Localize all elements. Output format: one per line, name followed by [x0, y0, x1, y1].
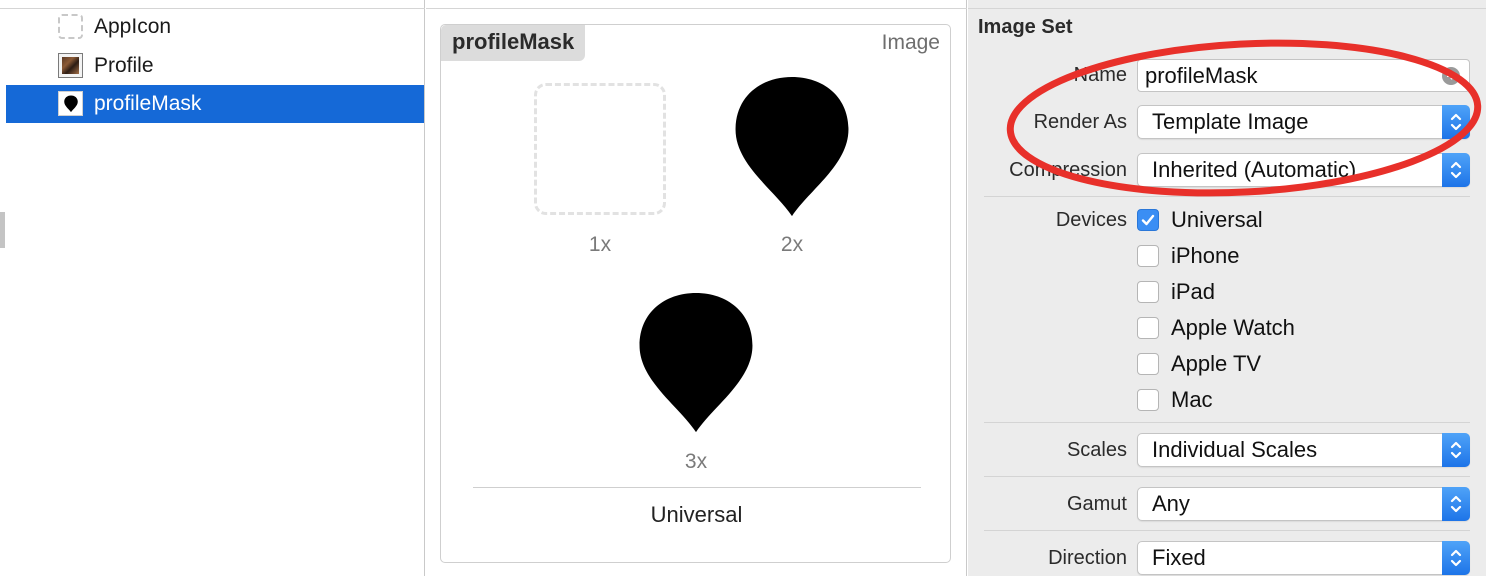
checkbox-icon [1137, 281, 1159, 303]
asset-navigator: AppIcon Profile profileMask [0, 0, 425, 576]
scales-popup[interactable]: Individual Scales [1137, 433, 1470, 467]
device-label: Mac [1171, 387, 1213, 412]
image-slot-2x[interactable] [733, 75, 851, 221]
device-mac-checkbox[interactable]: Mac [1137, 387, 1213, 413]
photo-thumbnail-icon [58, 53, 83, 78]
device-universal-checkbox[interactable]: Universal [1137, 207, 1263, 233]
image-set-editor: profileMask Image 1x 2x 3x Universal [426, 0, 967, 576]
navigator-item-appicon[interactable]: AppIcon [6, 8, 424, 46]
checkbox-icon [1137, 317, 1159, 339]
device-apple-watch-checkbox[interactable]: Apple Watch [1137, 315, 1295, 341]
checkbox-icon [1137, 389, 1159, 411]
section-divider [984, 476, 1470, 477]
gamut-label: Gamut [1066, 493, 1127, 515]
inspector-top-divider [968, 8, 1486, 9]
popup-stepper-icon [1442, 105, 1470, 139]
render-as-value: Template Image [1152, 109, 1309, 134]
idiom-divider [473, 487, 921, 488]
section-divider [984, 422, 1470, 423]
device-apple-tv-checkbox[interactable]: Apple TV [1137, 351, 1261, 377]
device-label: iPad [1171, 279, 1216, 304]
popup-stepper-icon [1442, 487, 1470, 521]
device-label: Apple TV [1171, 351, 1262, 376]
image-slot-3x[interactable] [637, 291, 755, 437]
resize-handle[interactable] [0, 212, 5, 248]
image-slot-1x[interactable] [534, 83, 666, 215]
render-as-label: Render As [1033, 111, 1127, 133]
navigator-item-label: AppIcon [94, 15, 172, 38]
device-label: iPhone [1171, 243, 1240, 268]
popup-stepper-icon [1442, 541, 1470, 575]
teardrop-image-icon [639, 292, 753, 433]
devices-label: Devices [1055, 209, 1127, 231]
device-iphone-checkbox[interactable]: iPhone [1137, 243, 1240, 269]
gamut-popup[interactable]: Any [1137, 487, 1470, 521]
scales-label: Scales [1066, 439, 1127, 461]
scales-value: Individual Scales [1152, 437, 1318, 462]
navigator-item-profilemask[interactable]: profileMask [6, 85, 424, 123]
image-set-name: profileMask [441, 25, 586, 61]
render-as-popup[interactable]: Template Image [1137, 105, 1470, 139]
compression-label: Compression [1009, 159, 1127, 181]
section-divider [984, 196, 1470, 197]
compression-popup[interactable]: Inherited (Automatic) [1137, 153, 1470, 187]
popup-stepper-icon [1442, 433, 1470, 467]
compression-value: Inherited (Automatic) [1152, 157, 1357, 182]
slot-label-3x: 3x [684, 450, 708, 473]
popup-stepper-icon [1442, 153, 1470, 187]
teardrop-image-icon [735, 76, 849, 217]
section-divider [984, 530, 1470, 531]
name-label: Name [1073, 64, 1127, 86]
gamut-value: Any [1152, 491, 1190, 516]
direction-value: Fixed [1152, 545, 1206, 570]
checkmark-icon [1137, 209, 1159, 231]
checkbox-icon [1137, 353, 1159, 375]
navigator-item-profile[interactable]: Profile [6, 47, 424, 85]
checkbox-icon [1137, 245, 1159, 267]
slot-label-1x: 1x [588, 233, 612, 256]
slot-label-2x: 2x [780, 233, 804, 256]
navigator-item-label: Profile [94, 54, 154, 77]
idiom-label: Universal [650, 502, 743, 527]
direction-popup[interactable]: Fixed [1137, 541, 1470, 575]
direction-label: Direction [1048, 547, 1127, 569]
inspector-section-title: Image Set [978, 16, 1073, 38]
device-label: Universal [1171, 207, 1263, 232]
navigator-item-label: profileMask [94, 92, 202, 115]
image-set-type: Image [881, 31, 940, 54]
attributes-inspector: Image Set Name profileMask Render As Tem… [968, 0, 1486, 576]
name-field-value: profileMask [1145, 63, 1258, 88]
clear-text-icon[interactable] [1441, 66, 1461, 86]
teardrop-mask-icon [58, 91, 83, 116]
device-label: Apple Watch [1171, 315, 1295, 340]
editor-top-divider [426, 8, 967, 9]
dashed-placeholder-icon [58, 14, 83, 39]
image-set-card[interactable]: profileMask Image 1x 2x 3x Universal [440, 24, 951, 563]
name-field[interactable]: profileMask [1137, 59, 1470, 92]
device-ipad-checkbox[interactable]: iPad [1137, 279, 1215, 305]
